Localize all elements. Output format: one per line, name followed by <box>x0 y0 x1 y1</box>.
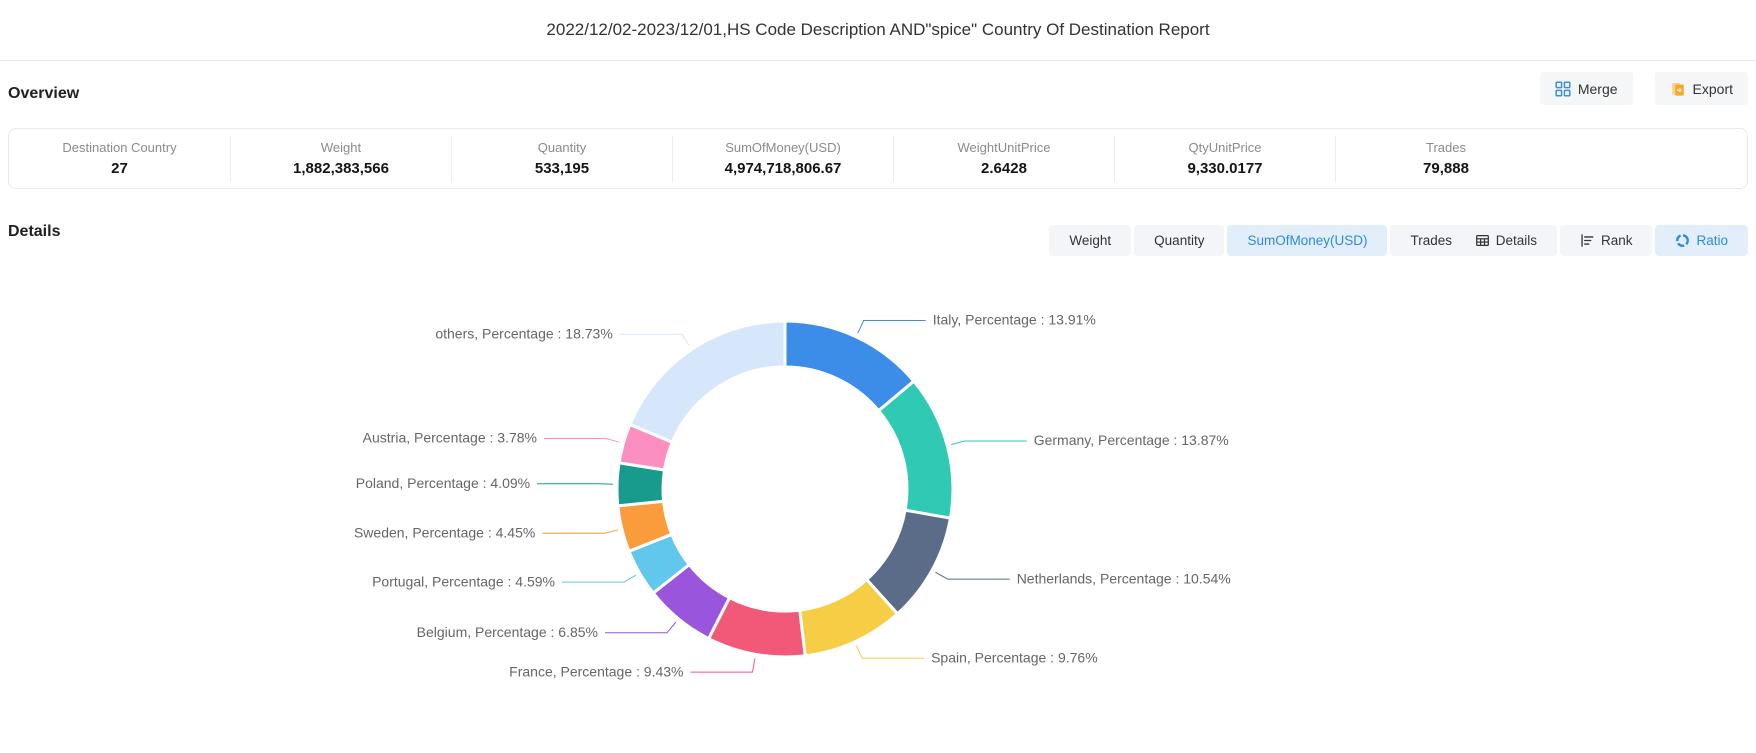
stat-label: Trades <box>1426 140 1466 155</box>
pie-label-line-sweden <box>542 530 618 533</box>
view-tab-group: Details Rank Ratio <box>1455 225 1748 256</box>
pie-label-line-belgium <box>605 622 676 633</box>
tab-weight[interactable]: Weight <box>1049 225 1131 256</box>
stat-weightunitprice: WeightUnitPrice 2.6428 <box>893 136 1114 182</box>
stat-value: 4,974,718,806.67 <box>725 160 842 177</box>
pie-label-netherlands: Netherlands, Percentage : 10.54% <box>1017 570 1231 586</box>
stat-label: Destination Country <box>62 140 176 155</box>
pie-label-austria: Austria, Percentage : 3.78% <box>363 430 537 446</box>
pie-label-italy: Italy, Percentage : 13.91% <box>933 312 1096 328</box>
stat-label: QtyUnitPrice <box>1189 140 1262 155</box>
pie-slice-germany[interactable] <box>879 381 953 518</box>
stat-value: 27 <box>111 160 128 177</box>
pie-slice-others[interactable] <box>630 321 785 442</box>
pie-label-line-austria <box>544 439 620 443</box>
header-actions: Merge Export <box>1540 72 1748 105</box>
pie-label-line-portugal <box>562 575 636 582</box>
tab-label: Details <box>1496 233 1537 248</box>
stat-sumofmoney-usd: SumOfMoney(USD) 4,974,718,806.67 <box>672 136 893 182</box>
stat-qtyunitprice: QtyUnitPrice 9,330.0177 <box>1114 136 1335 182</box>
tab-label: Trades <box>1410 233 1452 248</box>
donut-chart: Italy, Percentage : 13.91% Germany, Perce… <box>0 268 1756 753</box>
pie-label-line-spain <box>856 646 924 659</box>
pie-label-germany: Germany, Percentage : 13.87% <box>1034 432 1229 448</box>
pie-label-line-netherlands <box>936 572 1010 579</box>
details-heading: Details <box>8 223 60 241</box>
export-button[interactable]: Export <box>1655 72 1748 105</box>
title-divider <box>0 60 1756 61</box>
tab-label: SumOfMoney(USD) <box>1247 233 1367 248</box>
page-title: 2022/12/02-2023/12/01,HS Code Descriptio… <box>0 0 1756 60</box>
pie-label-poland: Poland, Percentage : 4.09% <box>356 475 530 491</box>
export-icon <box>1670 81 1686 97</box>
merge-icon <box>1555 81 1571 97</box>
view-tab-details[interactable]: Details <box>1455 225 1557 256</box>
view-tab-ratio[interactable]: Ratio <box>1655 225 1748 256</box>
donut-chart-area: Italy, Percentage : 13.91% Germany, Perce… <box>0 268 1756 753</box>
stat-label: Quantity <box>538 140 586 155</box>
stat-value: 79,888 <box>1423 160 1469 177</box>
stat-label: SumOfMoney(USD) <box>725 140 841 155</box>
pie-label-line-others <box>620 334 690 346</box>
pie-label-france: France, Percentage : 9.43% <box>509 663 683 679</box>
stat-label: Weight <box>321 140 361 155</box>
overview-heading: Overview <box>8 85 79 103</box>
tab-quantity[interactable]: Quantity <box>1134 225 1224 256</box>
table-icon <box>1475 233 1490 248</box>
pie-label-line-france <box>691 658 755 672</box>
overview-stats-bar: Destination Country 27 Weight 1,882,383,566… <box>8 128 1748 189</box>
view-tab-rank[interactable]: Rank <box>1560 225 1653 256</box>
tab-sumofmoney-usd[interactable]: SumOfMoney(USD) <box>1227 225 1387 256</box>
pie-label-sweden: Sweden, Percentage : 4.45% <box>354 525 535 541</box>
pie-label-line-italy <box>858 321 926 334</box>
stat-trades: Trades 79,888 <box>1335 136 1556 182</box>
stat-value: 2.6428 <box>981 160 1027 177</box>
rank-icon <box>1580 233 1595 248</box>
ratio-icon <box>1675 233 1690 248</box>
tab-label: Ratio <box>1696 233 1728 248</box>
merge-button-label: Merge <box>1578 81 1618 97</box>
pie-label-spain: Spain, Percentage : 9.76% <box>931 650 1098 666</box>
tab-label: Rank <box>1601 233 1633 248</box>
pie-label-line-germany <box>951 441 1026 445</box>
stat-value: 533,195 <box>535 160 589 177</box>
merge-button[interactable]: Merge <box>1540 72 1633 105</box>
pie-label-belgium: Belgium, Percentage : 6.85% <box>417 624 598 640</box>
stat-value: 1,882,383,566 <box>293 160 389 177</box>
metric-tab-group: Weight Quantity SumOfMoney(USD) Trades <box>1049 225 1472 256</box>
stat-value: 9,330.0177 <box>1187 160 1262 177</box>
pie-label-portugal: Portugal, Percentage : 4.59% <box>372 573 555 589</box>
report-page: 2022/12/02-2023/12/01,HS Code Descriptio… <box>0 0 1756 753</box>
tab-label: Quantity <box>1154 233 1204 248</box>
stat-label: WeightUnitPrice <box>958 140 1051 155</box>
export-button-label: Export <box>1693 81 1733 97</box>
stat-weight: Weight 1,882,383,566 <box>230 136 451 182</box>
stat-destination-country: Destination Country 27 <box>9 136 230 182</box>
stat-quantity: Quantity 533,195 <box>451 136 672 182</box>
tab-label: Weight <box>1069 233 1111 248</box>
pie-label-others: others, Percentage : 18.73% <box>435 326 612 342</box>
